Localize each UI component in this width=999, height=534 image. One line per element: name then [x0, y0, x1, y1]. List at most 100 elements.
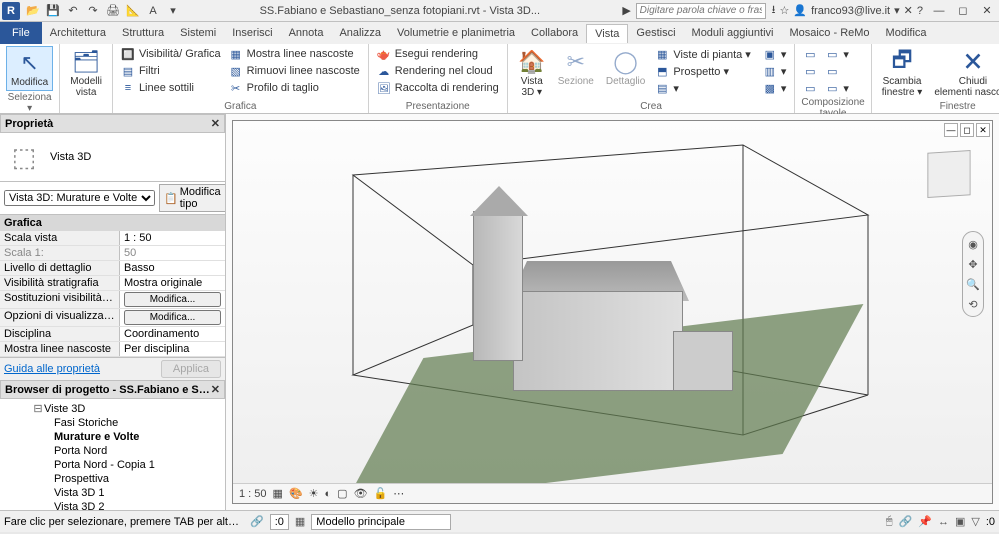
status-select-icon[interactable]: 🖱 — [886, 515, 893, 528]
tree-item[interactable]: Vista 3D 2 — [2, 500, 223, 510]
view-more-icon[interactable]: ⋯ — [393, 487, 404, 500]
qat-measure-icon[interactable]: 📐 — [124, 2, 142, 20]
tab-struttura[interactable]: Struttura — [114, 24, 172, 42]
linee-sottili-button[interactable]: ≡Linee sottili — [119, 80, 223, 96]
tree-viste3d[interactable]: ⊟Viste 3D — [2, 401, 223, 416]
visibilita-grafica-button[interactable]: 🔲Visibilità/ Grafica — [119, 46, 223, 62]
rimuovi-linee-nascoste-button[interactable]: ▧Rimuovi linee nascoste — [227, 63, 362, 79]
zoom-icon[interactable]: 🔍 — [965, 276, 981, 292]
tab-analizza[interactable]: Analizza — [331, 24, 389, 42]
crea-more-button[interactable]: ▤▾ — [653, 80, 752, 96]
search-arrow-icon[interactable]: ▶ — [618, 2, 636, 20]
dettaglio-button[interactable]: ◯Dettaglio — [602, 46, 649, 89]
steering-wheel-icon[interactable]: ◉ — [965, 236, 981, 252]
exchange-icon[interactable]: ✕ — [904, 4, 913, 17]
orbit-icon[interactable]: ⟲ — [965, 296, 981, 312]
properties-close-icon[interactable]: ✕ — [211, 117, 220, 130]
view-close-icon[interactable]: ✕ — [976, 123, 990, 137]
close-button[interactable]: ✕ — [977, 2, 997, 20]
status-worksets-icon[interactable]: 🔗 — [250, 515, 264, 528]
prop-scala-vista-input[interactable] — [124, 232, 221, 244]
view-sun-icon[interactable]: ☀ — [309, 487, 319, 500]
view-scale[interactable]: 1 : 50 — [239, 488, 267, 500]
viste-pianta-button[interactable]: ▦Viste di pianta ▾ — [653, 46, 752, 62]
status-face-icon[interactable]: ▣ — [955, 515, 965, 528]
tab-annota[interactable]: Annota — [281, 24, 332, 42]
prop-linee-nascoste-input[interactable] — [124, 343, 221, 355]
edit-type-button[interactable]: 📋Modifica tipo — [159, 184, 226, 212]
prop-dettaglio-input[interactable] — [124, 262, 221, 274]
qat-text-icon[interactable]: A — [144, 2, 162, 20]
tree-item[interactable]: Porta Nord — [2, 444, 223, 458]
group-seleziona-label[interactable]: Seleziona ▾ — [6, 91, 53, 115]
help-icon[interactable]: ? — [917, 5, 923, 17]
comp-2-button[interactable]: ▭ — [801, 63, 819, 79]
infocenter-icon[interactable]: ⭳ — [772, 1, 776, 20]
apply-button[interactable]: Applica — [161, 360, 221, 378]
type-name[interactable]: Vista 3D — [50, 151, 91, 163]
tab-volumetrie[interactable]: Volumetrie e planimetria — [389, 24, 523, 42]
view-minimize-icon[interactable]: — — [944, 123, 958, 137]
rendering-cloud-button[interactable]: ☁Rendering nel cloud — [375, 63, 501, 79]
favorites-icon[interactable]: ☆ — [780, 4, 790, 17]
tree-item[interactable]: Prospettiva — [2, 472, 223, 486]
comp-3-button[interactable]: ▭ — [801, 80, 819, 96]
view-style-icon[interactable]: 🎨 — [289, 487, 303, 500]
user-dropdown-icon[interactable]: ▾ — [894, 4, 900, 17]
tab-vista[interactable]: Vista — [586, 24, 628, 43]
file-tab[interactable]: File — [0, 22, 42, 44]
view-hide-icon[interactable]: 👁 — [354, 487, 368, 500]
modelli-vista-button[interactable]: 🗂 Modelli vista — [66, 46, 106, 100]
tree-item[interactable]: Vista 3D 1 — [2, 486, 223, 500]
viewport-3d[interactable]: — ◻ ✕ — [232, 120, 993, 504]
search-input[interactable] — [636, 3, 766, 19]
prospetto-button[interactable]: ⬒Prospetto ▾ — [653, 63, 752, 79]
qat-open-icon[interactable]: 📂 — [24, 2, 42, 20]
qat-undo-icon[interactable]: ↶ — [64, 2, 82, 20]
collapse-icon[interactable]: ⊟ — [32, 402, 44, 415]
properties-help-link[interactable]: Guida alle proprietà — [4, 363, 100, 375]
sezione-button[interactable]: ✂Sezione — [554, 46, 598, 89]
tree-item[interactable]: Fasi Storiche — [2, 416, 223, 430]
pan-icon[interactable]: ✥ — [965, 256, 981, 272]
browser-close-icon[interactable]: ✕ — [211, 383, 220, 396]
filtri-button[interactable]: ▤Filtri — [119, 63, 223, 79]
maximize-button[interactable]: ◻ — [953, 2, 973, 20]
crea-extra1-button[interactable]: ▣▾ — [761, 46, 789, 62]
view-detail-icon[interactable]: ▦ — [273, 487, 283, 500]
tree-item-active[interactable]: Murature e Volte — [2, 430, 223, 444]
tab-mosaico[interactable]: Mosaico - ReMo — [781, 24, 877, 42]
view-maximize-icon[interactable]: ◻ — [960, 123, 974, 137]
prop-opzioni-button[interactable]: Modifica... — [124, 310, 221, 325]
comp-5-button[interactable]: ▭ — [823, 63, 851, 79]
modifica-button[interactable]: ↖ Modifica — [6, 46, 53, 91]
qat-redo-icon[interactable]: ↷ — [84, 2, 102, 20]
raccolta-rendering-button[interactable]: 🖼Raccolta di rendering — [375, 80, 501, 96]
status-count[interactable]: :0 — [270, 514, 289, 530]
status-link-icon[interactable]: 🔗 — [899, 515, 913, 528]
view-shadow-icon[interactable]: ◐ — [325, 488, 332, 500]
status-editable-icon[interactable]: ▦ — [295, 515, 305, 528]
mostra-linee-nascoste-button[interactable]: ▦Mostra linee nascoste — [227, 46, 362, 62]
status-model-select[interactable]: Modello principale — [311, 514, 451, 530]
qat-print-icon[interactable]: 🖨 — [104, 2, 122, 20]
user-email[interactable]: franco93@live.it — [811, 5, 890, 17]
prop-sostituzioni-button[interactable]: Modifica... — [124, 292, 221, 307]
tab-gestisci[interactable]: Gestisci — [628, 24, 683, 42]
prop-disciplina-input[interactable] — [124, 328, 221, 340]
qat-save-icon[interactable]: 💾 — [44, 2, 62, 20]
tab-moduli[interactable]: Moduli aggiuntivi — [684, 24, 782, 42]
comp-1-button[interactable]: ▭ — [801, 46, 819, 62]
chiudi-nascosti-button[interactable]: 🗙Chiudi elementi nascosti — [930, 46, 999, 100]
view-reveal-icon[interactable]: 🔓 — [374, 487, 388, 500]
prop-stratigrafia-input[interactable] — [124, 277, 221, 289]
comp-4-button[interactable]: ▭▾ — [823, 46, 851, 62]
status-filter-icon[interactable]: ▽ — [971, 515, 979, 528]
minimize-button[interactable]: — — [929, 2, 949, 20]
qat-more-icon[interactable]: ▾ — [164, 2, 182, 20]
crea-extra3-button[interactable]: ▩▾ — [761, 80, 789, 96]
scambia-finestre-button[interactable]: 🗗Scambia finestre ▾ — [878, 46, 927, 100]
prop-category[interactable]: Grafica — [0, 215, 225, 231]
status-pin-icon[interactable]: 📌 — [918, 515, 932, 528]
vista-3d-button[interactable]: 🏠Vista 3D ▾ — [514, 46, 550, 100]
